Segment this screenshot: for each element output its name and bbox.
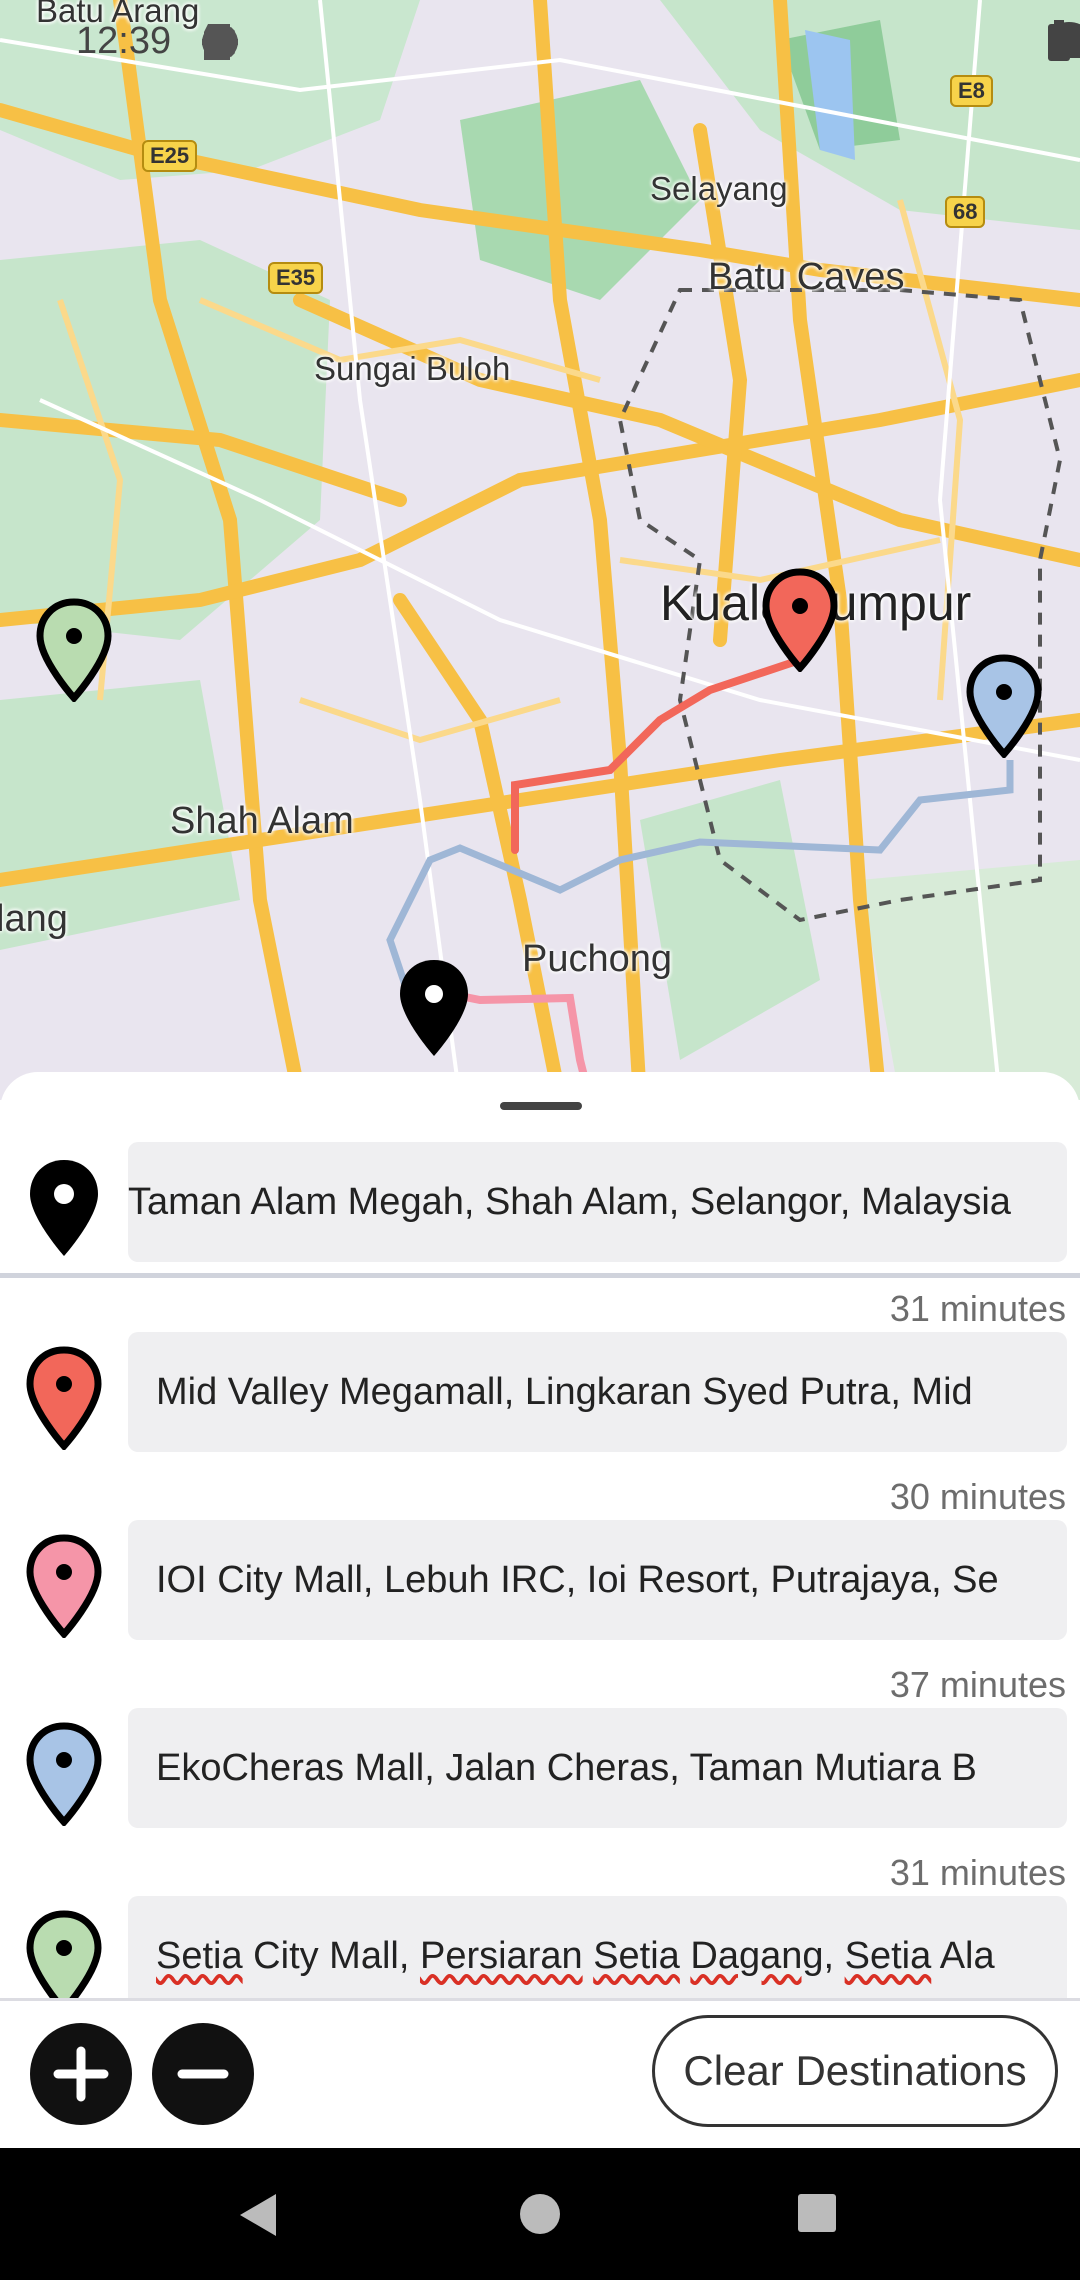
map-pin-black-icon[interactable] xyxy=(394,956,474,1060)
stop-2-input[interactable]: IOI City Mall, Lebuh IRC, Ioi Resort, Pu… xyxy=(128,1520,1067,1640)
stop-2-pin-icon xyxy=(26,1534,102,1638)
clear-destinations-button[interactable]: Clear Destinations xyxy=(652,2015,1058,2127)
origin-input-text: Taman Alam Megah, Shah Alam, Selangor, M… xyxy=(128,1181,1011,1223)
remove-destination-button[interactable] xyxy=(152,2023,254,2125)
add-destination-button[interactable] xyxy=(30,2023,132,2125)
map-pin-green-icon[interactable] xyxy=(34,598,114,702)
highway-shield-e35: E35 xyxy=(268,262,324,294)
stop-4-text-part: , xyxy=(823,1935,845,1977)
stop-4-text-part: Persiaran xyxy=(419,1935,583,1977)
stop-3-input[interactable]: EkoCheras Mall, Jalan Cheras, Taman Muti… xyxy=(128,1708,1067,1828)
stop-1-input[interactable]: Mid Valley Megamall, Lingkaran Syed Putr… xyxy=(128,1332,1067,1452)
map-label-selayang: Selayang xyxy=(650,170,788,207)
sheet-drag-handle[interactable] xyxy=(500,1102,582,1110)
map-label-puchong: Puchong xyxy=(522,938,673,980)
stop-2-duration: 30 minutes xyxy=(889,1476,1066,1517)
status-bar: 12:39 xyxy=(0,0,1080,88)
map-label-sungai-buloh: Sungai Buloh xyxy=(314,350,511,387)
highway-shield-e25: E25 xyxy=(142,140,198,172)
stop-3-pin-icon xyxy=(26,1722,102,1826)
stop-row-2: IOI City Mall, Lebuh IRC, Ioi Resort, Pu… xyxy=(0,1520,1080,1640)
highway-shield-68: 68 xyxy=(945,196,986,228)
map-label-shah-alam: Shah Alam xyxy=(170,800,354,842)
origin-pin-icon xyxy=(30,1160,98,1256)
stop-1-pin-icon xyxy=(26,1346,102,1450)
stop-4-duration: 31 minutes xyxy=(889,1852,1066,1893)
map-label-batu-caves: Batu Caves xyxy=(708,256,905,298)
action-bar: Clear Destinations xyxy=(0,1998,1080,2151)
battery-icon xyxy=(1048,20,1070,61)
origin-row: Taman Alam Megah, Shah Alam, Selangor, M… xyxy=(0,1142,1080,1262)
stop-4-text-part xyxy=(583,1935,594,1977)
map-label-klang: lang xyxy=(0,898,68,940)
minus-icon xyxy=(177,2069,229,2079)
plus-icon xyxy=(53,2046,109,2102)
system-navigation-bar xyxy=(0,2148,1080,2280)
status-time: 12:39 xyxy=(76,20,172,62)
back-triangle-icon[interactable] xyxy=(234,2190,284,2240)
map-view[interactable]: E25 E35 E8 68 Batu Arang Selayang Batu C… xyxy=(0,0,1080,1100)
stop-row-3: EkoCheras Mall, Jalan Cheras, Taman Muti… xyxy=(0,1708,1080,1828)
stop-4-text-part: City Mall, xyxy=(242,1935,420,1977)
stop-1-duration: 31 minutes xyxy=(889,1288,1066,1329)
stop-4-text-part: Setia xyxy=(844,1935,932,1977)
home-circle-icon[interactable] xyxy=(518,2192,562,2236)
stop-4-text-part: Setia xyxy=(593,1935,680,1977)
origin-separator xyxy=(0,1273,1080,1278)
stop-row-1: Mid Valley Megamall, Lingkaran Syed Putr… xyxy=(0,1332,1080,1452)
origin-input[interactable]: Taman Alam Megah, Shah Alam, Selangor, M… xyxy=(128,1142,1067,1262)
map-pin-red-icon[interactable] xyxy=(760,568,840,672)
recents-square-icon[interactable] xyxy=(796,2192,838,2234)
stop-4-text-part xyxy=(680,1935,691,1977)
stop-4-text-part: Setia xyxy=(156,1935,243,1977)
stop-4-text-part: Ala xyxy=(931,1935,995,1977)
destinations-sheet[interactable]: Taman Alam Megah, Shah Alam, Selangor, M… xyxy=(0,1072,1080,2147)
stop-4-text-part: Dagang xyxy=(690,1935,824,1977)
stop-3-duration: 37 minutes xyxy=(889,1664,1066,1705)
sd-card-icon xyxy=(204,24,230,60)
map-pin-blue-icon[interactable] xyxy=(964,654,1044,758)
